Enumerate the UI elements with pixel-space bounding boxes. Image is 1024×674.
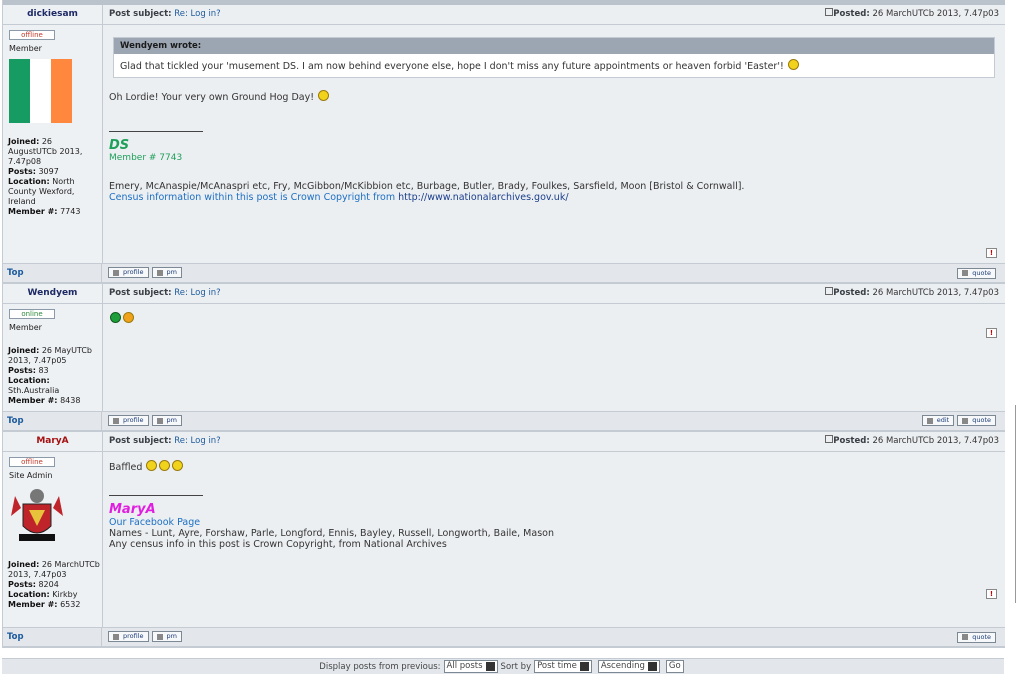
- report-icon[interactable]: !: [986, 248, 997, 258]
- post-dickiesam: dickiesam offline Member Joined: 26 Augu…: [3, 5, 1005, 284]
- top-link[interactable]: Top: [7, 632, 24, 642]
- author-panel: dickiesam offline Member Joined: 26 Augu…: [3, 5, 103, 263]
- signature-census: Any census info in this post is Crown Co…: [109, 539, 447, 550]
- post-footer: Top profile pm quote: [3, 263, 1005, 282]
- edit-icon: [926, 417, 933, 424]
- post-footer: Top profile pm quote: [3, 627, 1005, 646]
- profile-button[interactable]: profile: [108, 267, 149, 279]
- go-button[interactable]: Go: [665, 660, 684, 673]
- display-label: Display posts from previous:: [319, 661, 441, 672]
- quote-icon: [962, 417, 969, 424]
- post-text: Oh Lordie! Your very own Ground Hog Day!: [109, 92, 315, 103]
- dropdown-arrow-icon: [647, 662, 657, 671]
- confused-icon: [146, 460, 158, 471]
- post-marya: MaryA offline Site Admin Joined: 26 Marc…: [3, 432, 1005, 648]
- rank: Member: [9, 44, 42, 53]
- status-badge: offline: [9, 457, 55, 467]
- signature-surnames: Names - Lunt, Ayre, Forshaw, Parle, Long…: [109, 528, 554, 539]
- quote-icon: [962, 270, 969, 276]
- author-panel: MaryA offline Site Admin Joined: 26 Marc…: [3, 432, 103, 627]
- quote-button[interactable]: quote: [957, 631, 996, 643]
- post-text: Baffled: [109, 462, 143, 473]
- signature-rule: [109, 131, 203, 132]
- signature-name: DS: [109, 138, 130, 153]
- signature-rule: [109, 495, 203, 496]
- quote-block: Wendyem wrote: Glad that tickled your 'm…: [113, 37, 995, 78]
- report-icon[interactable]: !: [986, 589, 997, 599]
- signature-surnames: Emery, McAnaspie/McAnaspri etc, Fry, McG…: [109, 181, 745, 192]
- post-body: Post subject: Re: Log in? Posted: 26 Mar…: [103, 284, 1005, 411]
- quote-author: Wendyem wrote:: [114, 38, 994, 54]
- author-name[interactable]: dickiesam: [3, 5, 102, 25]
- status-badge: offline: [9, 30, 55, 40]
- smile-icon: [110, 312, 121, 323]
- profile-details: Joined: 26 MarchUTCb 2013, 7.47p03 Posts…: [8, 560, 100, 609]
- dropdown-arrow-icon: [485, 662, 495, 671]
- display-select[interactable]: All posts: [443, 660, 498, 673]
- post-wendyem: Wendyem online Member Joined: 26 MayUTCb…: [3, 284, 1005, 432]
- national-archives-link[interactable]: http://www.nationalarchives.gov.uk/: [398, 192, 568, 203]
- avatar: [9, 59, 72, 123]
- signature-census: Census information within this post is C…: [109, 192, 396, 203]
- quote-icon: [962, 634, 969, 640]
- wink-icon: [318, 90, 330, 101]
- smile-icon: [787, 59, 799, 70]
- post-header: Post subject: Re: Log in? Posted: 26 Mar…: [103, 5, 1005, 25]
- avatar: [9, 486, 65, 548]
- order-select[interactable]: Ascending: [597, 660, 660, 673]
- subject-link[interactable]: Re: Log in?: [174, 288, 220, 298]
- dropdown-arrow-icon: [579, 662, 589, 671]
- sort-label: Sort by: [500, 661, 532, 672]
- page-scrollbar[interactable]: [1006, 0, 1024, 673]
- sort-select[interactable]: Post time: [534, 660, 592, 673]
- shock-icon: [159, 460, 171, 471]
- author-panel: Wendyem online Member Joined: 26 MayUTCb…: [3, 284, 103, 411]
- top-link[interactable]: Top: [7, 416, 24, 426]
- signature-name: MaryA: [109, 502, 156, 517]
- pm-icon: [156, 269, 163, 276]
- profile-details: Joined: 26 AugustUTCb 2013, 7.47p08 Post…: [8, 137, 83, 216]
- author-name[interactable]: MaryA: [3, 432, 102, 452]
- post-header: Post subject: Re: Log in? Posted: 26 Mar…: [103, 432, 1005, 452]
- quote-button[interactable]: quote: [957, 415, 996, 427]
- quote-text: Glad that tickled your 'musement DS. I a…: [120, 61, 784, 72]
- wink-icon: [172, 460, 184, 471]
- rank: Member: [9, 323, 42, 332]
- forum-topic: dickiesam offline Member Joined: 26 Augu…: [2, 0, 1005, 648]
- pm-icon: [156, 417, 163, 424]
- status-badge: online: [9, 309, 55, 319]
- profile-button[interactable]: profile: [108, 415, 149, 427]
- edit-button[interactable]: edit: [921, 415, 955, 427]
- pm-button[interactable]: pm: [151, 631, 183, 643]
- profile-details: Joined: 26 MayUTCb 2013, 7.47p05 Posts: …: [8, 346, 93, 405]
- top-link[interactable]: Top: [7, 268, 24, 278]
- display-options-bar: Display posts from previous: All posts S…: [2, 658, 1004, 674]
- signature-member: Member # 7743: [109, 153, 183, 163]
- post-footer: Top profile pm edit quote: [3, 411, 1005, 430]
- pm-button[interactable]: pm: [151, 415, 183, 427]
- post-body: Post subject: Re: Log in? Posted: 26 Mar…: [103, 432, 1005, 627]
- author-name[interactable]: Wendyem: [3, 284, 102, 304]
- quote-button[interactable]: quote: [957, 267, 996, 279]
- profile-icon: [113, 269, 119, 276]
- scroll-thumb[interactable]: [1015, 405, 1020, 603]
- subject-link[interactable]: Re: Log in?: [174, 436, 220, 446]
- rank: Site Admin: [9, 471, 53, 480]
- report-icon[interactable]: !: [986, 328, 997, 338]
- post-body: Post subject: Re: Log in? Posted: 26 Mar…: [103, 5, 1005, 263]
- facebook-link[interactable]: Our Facebook Page: [109, 517, 999, 528]
- post-header: Post subject: Re: Log in? Posted: 26 Mar…: [103, 284, 1005, 304]
- pm-icon: [156, 633, 163, 640]
- profile-icon: [113, 417, 119, 424]
- subject-link[interactable]: Re: Log in?: [174, 9, 220, 19]
- profile-button[interactable]: profile: [108, 631, 149, 643]
- pm-button[interactable]: pm: [151, 267, 183, 279]
- profile-icon: [113, 633, 119, 640]
- laugh-icon: [123, 312, 134, 323]
